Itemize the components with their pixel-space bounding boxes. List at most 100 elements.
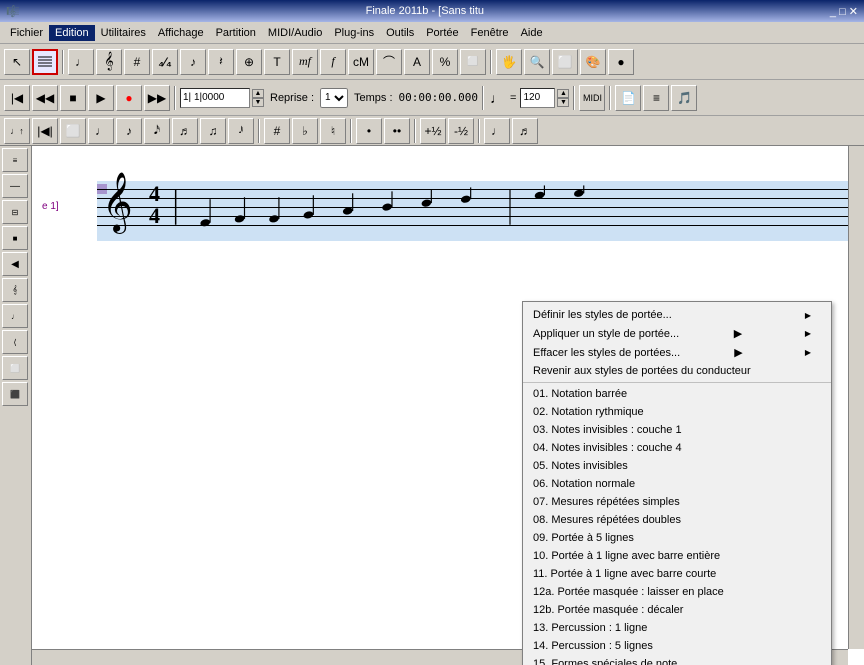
acc-flat[interactable]: ♭ xyxy=(292,118,318,144)
sidebar-tool-9[interactable]: ⬜ xyxy=(2,356,28,380)
ctx-item-11[interactable]: 11. Portée à 1 ligne avec barre courte xyxy=(523,565,831,583)
menu-portee[interactable]: Portée xyxy=(420,25,464,41)
dot-double[interactable]: •• xyxy=(384,118,410,144)
tool-text[interactable]: f xyxy=(320,49,346,75)
ctx-item-09[interactable]: 09. Portée à 5 lignes xyxy=(523,529,831,547)
tool-dynamic[interactable]: mf xyxy=(292,49,318,75)
tool-rest[interactable]: 𝄽 xyxy=(208,49,234,75)
tool-note[interactable]: ♪ xyxy=(180,49,206,75)
note-32nd[interactable]: ♬ xyxy=(172,118,198,144)
sidebar-tool-1[interactable]: ≡ xyxy=(2,148,28,172)
tool-hand[interactable]: 🖐 xyxy=(496,49,522,75)
transport-play[interactable]: ▶ xyxy=(88,85,114,111)
bpm-input[interactable] xyxy=(520,88,555,108)
tool-chord2[interactable]: % xyxy=(432,49,458,75)
ctx-item-13[interactable]: 13. Percussion : 1 ligne xyxy=(523,619,831,637)
tool-extra3[interactable]: ● xyxy=(608,49,634,75)
ctx-item-02[interactable]: 02. Notation rythmique xyxy=(523,403,831,421)
note-grace[interactable]: ♩↑ xyxy=(4,118,30,144)
sidebar-tool-2[interactable]: — xyxy=(2,174,28,198)
ctx-definir-styles[interactable]: Définir les styles de portée... xyxy=(523,306,831,324)
note-eighth[interactable]: ♪ xyxy=(116,118,142,144)
tool-extra1[interactable]: ⬜ xyxy=(552,49,578,75)
sidebar-tool-8[interactable]: ⟨ xyxy=(2,330,28,354)
note-16th[interactable]: 𝅘𝅥𝅯 xyxy=(144,118,170,144)
menu-plugins[interactable]: Plug-ins xyxy=(328,25,380,41)
transport-stop[interactable]: ■ xyxy=(60,85,86,111)
vertical-scrollbar[interactable] xyxy=(848,146,864,649)
transport-forward[interactable]: ▶▶ xyxy=(144,85,170,111)
context-section-2: 01. Notation barrée 02. Notation rythmiq… xyxy=(523,383,831,665)
note-extra[interactable]: ♩ xyxy=(484,118,510,144)
ctx-item-10[interactable]: 10. Portée à 1 ligne avec barre entière xyxy=(523,547,831,565)
tool-measure[interactable]: ♩ xyxy=(68,49,94,75)
bpm-up[interactable]: ▲ xyxy=(557,89,569,98)
ctx-item-14[interactable]: 14. Percussion : 5 lignes xyxy=(523,637,831,655)
bpm-down[interactable]: ▼ xyxy=(557,98,569,107)
sidebar-tool-10[interactable]: ⬛ xyxy=(2,382,28,406)
menu-midi-audio[interactable]: MIDI/Audio xyxy=(262,25,328,41)
tool-staff[interactable] xyxy=(32,49,58,75)
acc-natural[interactable]: ♮ xyxy=(320,118,346,144)
ctx-item-15[interactable]: 15. Formes spéciales de note xyxy=(523,655,831,665)
sidebar-tool-6[interactable]: 𝄞 xyxy=(2,278,28,302)
ctx-effacer-styles[interactable]: Effacer les styles de portées... ▶ xyxy=(523,343,831,362)
tool-arrow[interactable]: ↖ xyxy=(4,49,30,75)
sidebar-tool-4[interactable]: ■ xyxy=(2,226,28,250)
note-quarter[interactable]: ♩ xyxy=(88,118,114,144)
menu-fichier[interactable]: Fichier xyxy=(4,25,49,41)
menu-utilitaires[interactable]: Utilitaires xyxy=(95,25,152,41)
menu-outils[interactable]: Outils xyxy=(380,25,420,41)
transport-rewind[interactable]: ◀◀ xyxy=(32,85,58,111)
measure-up[interactable]: ▲ xyxy=(252,89,264,98)
ctx-item-05[interactable]: 05. Notes invisibles xyxy=(523,457,831,475)
sidebar-tool-7[interactable]: ♩ xyxy=(2,304,28,328)
menu-aide[interactable]: Aide xyxy=(515,25,549,41)
midi-btn[interactable]: MIDI xyxy=(579,85,605,111)
tool-extra2[interactable]: 🎨 xyxy=(580,49,606,75)
tool-rehearsal[interactable]: ⬜ xyxy=(460,49,486,75)
tool-slur[interactable]: ⌒ xyxy=(376,49,402,75)
ctx-revenir-styles[interactable]: Revenir aux styles de portées du conduct… xyxy=(523,362,831,380)
dot-single[interactable]: • xyxy=(356,118,382,144)
ctx-item-01[interactable]: 01. Notation barrée xyxy=(523,385,831,403)
tool-articulation[interactable]: cM xyxy=(348,49,374,75)
interval-up[interactable]: +½ xyxy=(420,118,446,144)
note-half[interactable]: ⬜ xyxy=(60,118,86,144)
menu-edition[interactable]: Edition xyxy=(49,25,95,41)
view-btn2[interactable]: ≡ xyxy=(643,85,669,111)
ctx-item-03[interactable]: 03. Notes invisibles : couche 1 xyxy=(523,421,831,439)
acc-sharp[interactable]: # xyxy=(264,118,290,144)
repeat-select[interactable]: 1 xyxy=(320,88,348,108)
ctx-item-06[interactable]: 06. Notation normale xyxy=(523,475,831,493)
measure-input[interactable] xyxy=(180,88,250,108)
ctx-item-04[interactable]: 04. Notes invisibles : couche 4 xyxy=(523,439,831,457)
transport-record[interactable]: ● xyxy=(116,85,142,111)
note-64th[interactable]: ♫ xyxy=(200,118,226,144)
ctx-appliquer-style[interactable]: Appliquer un style de portée... ▶ xyxy=(523,324,831,343)
sidebar-tool-3[interactable]: ⊟ xyxy=(2,200,28,224)
tool-clef[interactable]: 𝄞 xyxy=(96,49,122,75)
interval-down[interactable]: -½ xyxy=(448,118,474,144)
ctx-item-12a[interactable]: 12a. Portée masquée : laisser en place xyxy=(523,583,831,601)
tool-time[interactable]: ₄⁄₄ xyxy=(152,49,178,75)
menu-fenetre[interactable]: Fenêtre xyxy=(465,25,515,41)
ctx-item-12b[interactable]: 12b. Portée masquée : décaler xyxy=(523,601,831,619)
note-128th[interactable]: 𝅘𝅥𝅱 xyxy=(228,118,254,144)
note-extra2[interactable]: ♬ xyxy=(512,118,538,144)
transport-rewind-start[interactable]: |◀ xyxy=(4,85,30,111)
measure-down[interactable]: ▼ xyxy=(252,98,264,107)
menu-partition[interactable]: Partition xyxy=(210,25,262,41)
ctx-item-07[interactable]: 07. Mesures répétées simples xyxy=(523,493,831,511)
tool-zoom[interactable]: 🔍 xyxy=(524,49,550,75)
tool-lyric[interactable]: T xyxy=(264,49,290,75)
ctx-item-08[interactable]: 08. Mesures répétées doubles xyxy=(523,511,831,529)
view-btn3[interactable]: 🎵 xyxy=(671,85,697,111)
menu-affichage[interactable]: Affichage xyxy=(152,25,210,41)
tool-chord[interactable]: ⊕ xyxy=(236,49,262,75)
sidebar-tool-5[interactable]: ◀ xyxy=(2,252,28,276)
tool-tuplet[interactable]: A xyxy=(404,49,430,75)
view-btn1[interactable]: 📄 xyxy=(615,85,641,111)
note-whole[interactable]: |◀| xyxy=(32,118,58,144)
tool-key[interactable]: # xyxy=(124,49,150,75)
